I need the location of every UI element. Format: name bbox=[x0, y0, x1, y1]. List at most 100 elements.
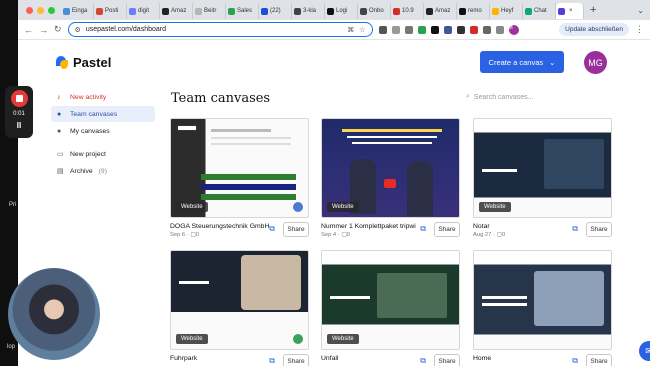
tab-search-icon[interactable]: ⌄ bbox=[637, 6, 650, 15]
website-badge: Website bbox=[327, 334, 359, 344]
extension-icon[interactable] bbox=[469, 25, 478, 34]
sidebar-item-archive[interactable]: ▤ Archive (9) bbox=[51, 163, 155, 179]
canvas-thumbnail[interactable]: Website bbox=[473, 118, 612, 218]
share-button[interactable]: Share bbox=[283, 222, 309, 237]
address-bar[interactable]: ⚙ usepastel.com/dashboard ⌘ ☆ bbox=[67, 22, 373, 37]
browser-tab[interactable]: Chat bbox=[523, 3, 556, 19]
sidebar-item-new-activity[interactable]: ♪ New activity bbox=[51, 89, 155, 105]
user-avatar[interactable]: MG bbox=[584, 51, 607, 74]
bookmark-star-icon[interactable]: ☆ bbox=[359, 26, 365, 34]
website-badge: Website bbox=[176, 334, 208, 344]
website-badge: Website bbox=[176, 202, 208, 212]
browser-tab[interactable]: 3-kla bbox=[292, 3, 325, 19]
browser-tab[interactable]: Posti bbox=[94, 3, 127, 19]
browser-tab[interactable]: Amaz bbox=[424, 3, 457, 19]
browser-tab[interactable]: remo bbox=[457, 3, 490, 19]
duplicate-icon[interactable]: ⧉ bbox=[420, 356, 426, 366]
search-input[interactable]: ⌕ Search canvases... bbox=[466, 93, 533, 101]
menu-dots-icon[interactable]: ⋮ bbox=[635, 24, 644, 35]
reload-icon[interactable]: ↻ bbox=[54, 24, 62, 35]
favicon-icon bbox=[195, 7, 202, 15]
tab-strip: Einga Posti digit Amaz Beitr Sales (22) 3-kla Lo… bbox=[18, 0, 650, 20]
webcam-bubble[interactable] bbox=[8, 268, 100, 360]
duplicate-icon[interactable]: ⧉ bbox=[269, 356, 275, 366]
browser-tab[interactable]: × bbox=[556, 3, 584, 19]
create-canvas-button[interactable]: Create a canvas ⌄ bbox=[480, 51, 564, 73]
minimize-window-button[interactable] bbox=[37, 6, 44, 14]
canvas-card[interactable]: Website Unfall ⧉ Share bbox=[321, 250, 460, 366]
maximize-window-button[interactable] bbox=[48, 6, 55, 14]
tab-label: Amaz bbox=[435, 8, 451, 14]
extension-icon[interactable] bbox=[443, 25, 452, 34]
extension-icon[interactable] bbox=[404, 25, 413, 34]
extension-icon[interactable] bbox=[378, 25, 387, 34]
canvas-name[interactable]: Notar bbox=[473, 223, 573, 230]
extension-icon[interactable] bbox=[456, 25, 465, 34]
user-icon: ● bbox=[57, 127, 62, 135]
sidebar-item-my-canvases[interactable]: ● My canvases bbox=[51, 123, 155, 139]
duplicate-icon[interactable]: ⧉ bbox=[572, 356, 578, 366]
duplicate-icon[interactable]: ⧉ bbox=[269, 224, 275, 234]
canvas-card[interactable]: Website Fuhrpark ⧉ Share bbox=[170, 250, 309, 366]
browser-tab[interactable]: 10.9 bbox=[391, 3, 424, 19]
stop-recording-button[interactable] bbox=[10, 90, 28, 107]
browser-tab[interactable]: Beitr bbox=[193, 3, 226, 19]
browser-tab[interactable]: Amaz bbox=[160, 3, 193, 19]
canvas-name[interactable]: Home bbox=[473, 355, 573, 362]
canvas-thumbnail[interactable]: Website bbox=[321, 250, 460, 350]
forward-icon[interactable]: → bbox=[39, 25, 48, 35]
browser-tab[interactable]: Heyf bbox=[490, 3, 523, 19]
canvas-name[interactable]: Fuhrpark bbox=[170, 355, 270, 362]
canvas-thumbnail[interactable] bbox=[473, 250, 612, 350]
comment-count: 0 bbox=[502, 232, 506, 238]
canvas-name[interactable]: Nummer 1 Komplettpaket tripwi bbox=[321, 223, 421, 230]
sidebar-item-team-canvases[interactable]: ● Team canvases bbox=[51, 106, 155, 122]
update-button[interactable]: Update abschließen bbox=[559, 23, 629, 36]
share-button[interactable]: Share bbox=[586, 222, 612, 237]
profile-avatar[interactable]: M bbox=[508, 24, 519, 35]
canvas-card[interactable]: Website Notar Aug 27 · ▢0 ⧉ Share bbox=[473, 118, 612, 238]
extension-icon[interactable] bbox=[417, 25, 426, 34]
extension-icon[interactable] bbox=[391, 25, 400, 34]
duplicate-icon[interactable]: ⧉ bbox=[572, 224, 578, 234]
canvas-thumbnail[interactable]: Website bbox=[170, 250, 309, 350]
translate-icon[interactable]: ⌘ bbox=[347, 26, 354, 34]
close-tab-icon[interactable]: × bbox=[569, 8, 573, 14]
canvas-name[interactable]: DOGA Steuerungstechnik GmbH bbox=[170, 223, 270, 230]
browser-tab[interactable]: digit bbox=[127, 3, 160, 19]
browser-tab[interactable]: Onbo bbox=[358, 3, 391, 19]
browser-tab[interactable]: Logi bbox=[325, 3, 358, 19]
canvas-thumbnail[interactable]: Website bbox=[321, 118, 460, 218]
pastel-logo[interactable]: Pastel bbox=[56, 55, 111, 70]
canvas-name[interactable]: Unfall bbox=[321, 355, 421, 362]
pause-icon[interactable]: II bbox=[17, 121, 21, 130]
page-title: Team canvases bbox=[171, 91, 271, 106]
favicon-icon bbox=[327, 7, 334, 15]
stop-icon bbox=[15, 95, 23, 102]
share-button[interactable]: Share bbox=[434, 354, 460, 366]
comment-count: 0 bbox=[195, 232, 200, 238]
canvas-card[interactable]: Website DOGA Steuerungstechnik GmbH Sep … bbox=[170, 118, 309, 238]
browser-tab[interactable]: Sales bbox=[226, 3, 259, 19]
back-icon[interactable]: ← bbox=[24, 25, 33, 35]
sidebar-item-new-project[interactable]: ▭ New project bbox=[51, 146, 155, 162]
duplicate-icon[interactable]: ⧉ bbox=[420, 224, 426, 234]
share-button[interactable]: Share bbox=[283, 354, 309, 366]
extension-icon[interactable] bbox=[430, 25, 439, 34]
site-info-icon[interactable]: ⚙ bbox=[75, 26, 81, 34]
download-icon[interactable] bbox=[495, 25, 504, 34]
tab-label: Onbo bbox=[369, 8, 384, 14]
close-window-button[interactable] bbox=[26, 6, 33, 14]
archive-count: (9) bbox=[98, 167, 107, 175]
browser-tab[interactable]: Einga bbox=[61, 3, 94, 19]
canvas-thumbnail[interactable]: Website bbox=[170, 118, 309, 218]
share-button[interactable]: Share bbox=[434, 222, 460, 237]
browser-tab[interactable]: (22) bbox=[259, 3, 292, 19]
canvas-card[interactable]: Home ⧉ Share bbox=[473, 250, 612, 366]
brand-name: Pastel bbox=[73, 55, 112, 70]
share-button[interactable]: Share bbox=[586, 354, 612, 366]
new-tab-icon[interactable]: + bbox=[584, 4, 602, 16]
canvas-card[interactable]: Website Nummer 1 Komplettpaket tripwi Se… bbox=[321, 118, 460, 238]
puzzle-icon[interactable] bbox=[482, 25, 491, 34]
chat-icon[interactable]: ✉ bbox=[639, 341, 650, 361]
